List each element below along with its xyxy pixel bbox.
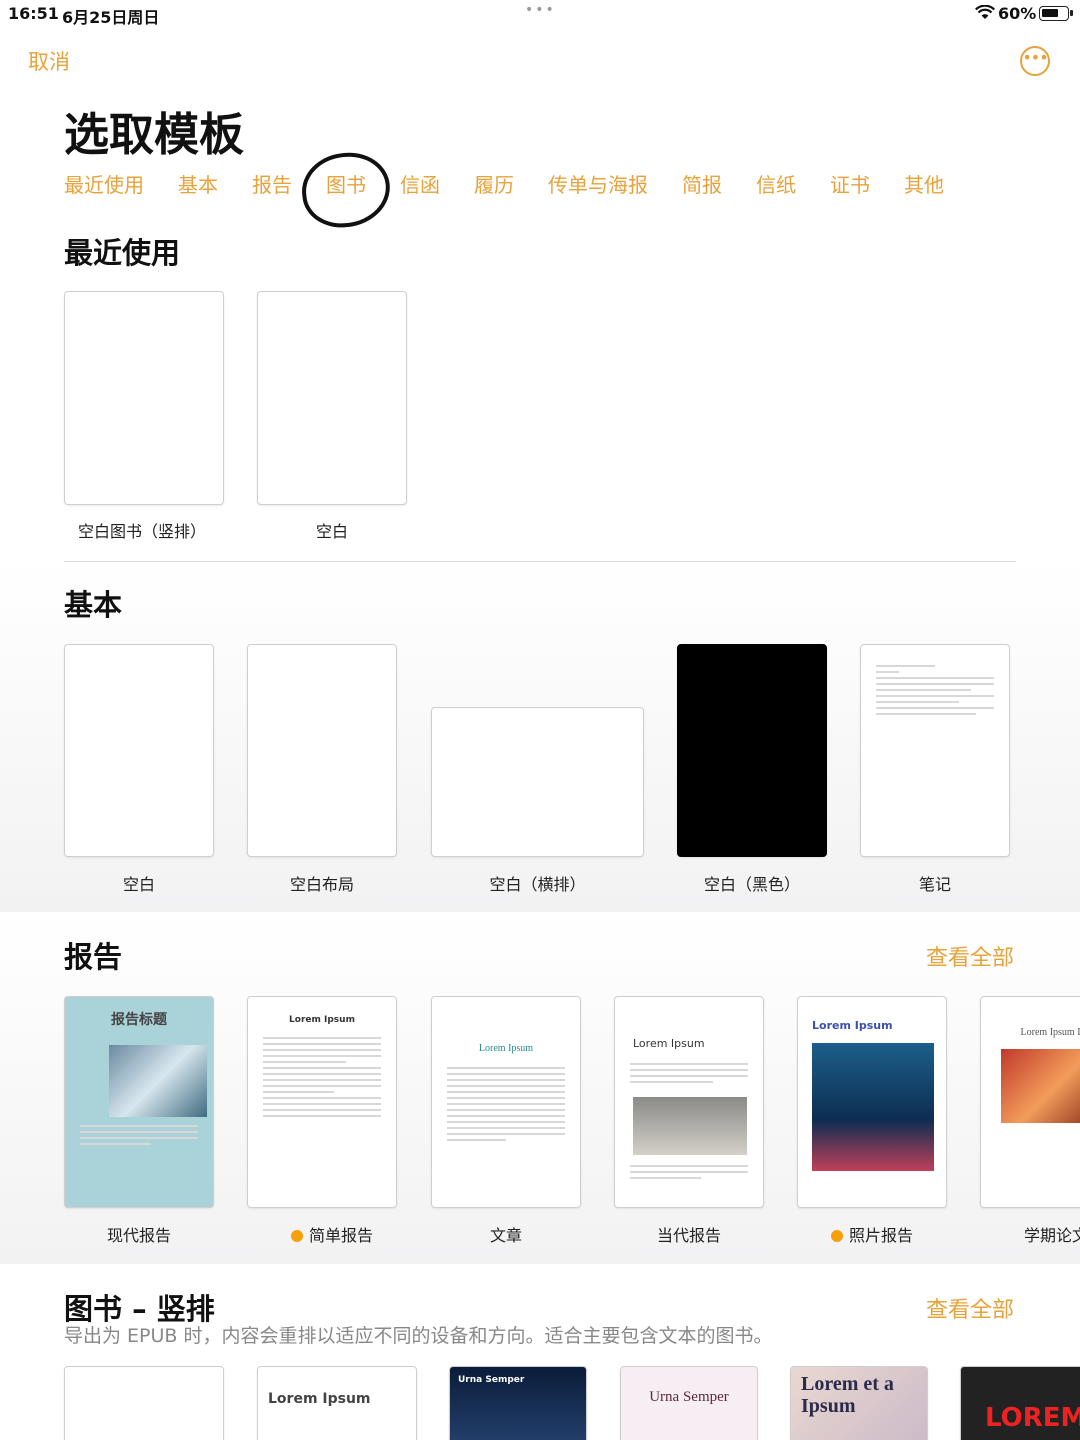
tab-letters[interactable]: 信函 xyxy=(400,169,440,198)
section-title-recent: 最近使用 xyxy=(64,236,181,270)
status-bar: 16:51 6月25日周日 ••• 60% xyxy=(0,0,1080,30)
tab-other[interactable]: 其他 xyxy=(904,169,944,198)
template-caption: 现代报告 xyxy=(106,1226,171,1245)
section-title-reports: 报告 xyxy=(64,940,123,974)
template-caption: 学期论文 xyxy=(1024,1226,1080,1245)
battery-percent: 60% xyxy=(998,4,1037,23)
template-caption: 空白 xyxy=(122,875,155,894)
template-thumb-simple-report[interactable]: Lorem Ipsum xyxy=(247,996,397,1208)
thumb-title: Lorem et a Ipsum xyxy=(801,1373,894,1417)
template-thumb-contemporary-report[interactable]: Lorem Ipsum xyxy=(614,996,764,1208)
tab-books[interactable]: 图书 xyxy=(326,169,366,198)
thumb-title: Lorem Ipsum xyxy=(478,1043,534,1054)
template-caption: 空白（横排） xyxy=(489,875,586,894)
status-time: 16:51 xyxy=(8,4,59,23)
status-date: 6月25日周日 xyxy=(62,8,160,27)
thumb-text-lines xyxy=(629,1063,749,1087)
template-caption: 空白 xyxy=(315,522,348,541)
thumb-text-lines xyxy=(79,1125,199,1149)
thumb-text-lines xyxy=(446,1067,566,1145)
template-caption: 笔记 xyxy=(918,875,951,894)
new-badge-dot-icon xyxy=(290,1230,303,1242)
template-caption: 照片报告 xyxy=(797,1222,947,1246)
template-thumb-blank-book-vertical[interactable] xyxy=(64,291,224,505)
template-caption: 空白图书（竖排） xyxy=(78,522,207,541)
template-thumb-blank-landscape[interactable] xyxy=(431,707,644,857)
thumb-title: Lorem Ipsum xyxy=(268,1391,371,1407)
thumb-title: Lorem Ipsum Do xyxy=(1020,1027,1080,1038)
template-thumb-essay[interactable]: Lorem Ipsum xyxy=(431,996,581,1208)
template-caption: 文章 xyxy=(489,1226,522,1245)
ellipsis-circle-icon[interactable]: ••• xyxy=(1020,46,1050,76)
template-thumb-blank[interactable] xyxy=(257,291,407,505)
template-thumb-book-lorem-ipsum[interactable]: Lorem Ipsum xyxy=(257,1366,417,1440)
template-thumb-book-urna-semper-dark[interactable]: Urna Semper xyxy=(449,1366,587,1440)
template-thumb-note[interactable] xyxy=(860,644,1010,857)
tab-resumes[interactable]: 履历 xyxy=(474,169,514,198)
thumb-title: 报告标题 xyxy=(111,1012,167,1028)
thumb-title: Lorem Ipsum xyxy=(812,1019,893,1032)
template-thumb-photo-report[interactable]: Lorem Ipsum xyxy=(797,996,947,1208)
thumb-text-lines xyxy=(875,665,995,719)
thumb-title: Urna Semper xyxy=(458,1375,525,1385)
thumb-text-lines xyxy=(629,1165,749,1183)
template-thumb-term-paper[interactable]: Lorem Ipsum Do xyxy=(980,996,1080,1208)
books-see-all-link[interactable]: 查看全部 xyxy=(926,1292,1014,1324)
template-caption: 简单报告 xyxy=(247,1222,417,1246)
tab-stationery[interactable]: 信纸 xyxy=(756,169,796,198)
template-thumb-blank-black[interactable] xyxy=(677,644,827,857)
tab-recent[interactable]: 最近使用 xyxy=(64,169,144,198)
thumb-photo xyxy=(633,1097,747,1155)
template-thumb-book-lorem-poster[interactable]: LOREM xyxy=(960,1366,1080,1440)
tab-reports[interactable]: 报告 xyxy=(252,169,292,198)
template-caption: 空白（黑色） xyxy=(703,875,800,894)
battery-icon xyxy=(1039,6,1073,21)
thumb-title: LOREM xyxy=(985,1403,1080,1433)
template-caption: 当代报告 xyxy=(656,1226,721,1245)
thumb-photo xyxy=(812,1043,934,1171)
cancel-button[interactable]: 取消 xyxy=(28,46,70,76)
template-thumb-modern-report[interactable]: 报告标题 xyxy=(64,996,214,1208)
tab-flyers-posters[interactable]: 传单与海报 xyxy=(548,169,648,198)
thumb-title: Lorem Ipsum xyxy=(633,1037,705,1050)
page-title: 选取模板 xyxy=(64,108,245,161)
tab-certificates[interactable]: 证书 xyxy=(830,169,870,198)
thumb-photo xyxy=(1001,1049,1080,1123)
template-thumb-blank-layout[interactable] xyxy=(247,644,397,857)
reports-see-all-link[interactable]: 查看全部 xyxy=(926,940,1014,972)
template-thumb-blank-book[interactable] xyxy=(64,1366,224,1440)
template-thumb-book-lorem-et-a-ipsum[interactable]: Lorem et a Ipsum xyxy=(790,1366,928,1440)
tab-basic[interactable]: 基本 xyxy=(178,169,218,198)
template-thumb-blank[interactable] xyxy=(64,644,214,857)
thumb-title: Lorem Ipsum xyxy=(289,1015,355,1025)
template-caption: 空白布局 xyxy=(289,875,354,894)
multitasking-dots-icon[interactable]: ••• xyxy=(525,2,556,18)
caption-text: 简单报告 xyxy=(308,1226,373,1245)
new-badge-dot-icon xyxy=(830,1230,843,1242)
tab-newsletters[interactable]: 简报 xyxy=(682,169,722,198)
thumb-text-lines xyxy=(262,1037,382,1121)
category-tabs: 最近使用 基本 报告 图书 信函 履历 传单与海报 简报 信纸 证书 其他 xyxy=(64,169,978,198)
template-thumb-book-urna-semper-light[interactable]: Urna Semper xyxy=(620,1366,758,1440)
thumb-photo xyxy=(109,1045,207,1117)
caption-text: 照片报告 xyxy=(848,1226,913,1245)
section-description: 导出为 EPUB 时，内容会重排以适应不同的设备和方向。适合主要包含文本的图书。 xyxy=(64,1325,773,1347)
thumb-title: Urna Semper xyxy=(649,1389,729,1405)
section-title-basic: 基本 xyxy=(64,588,123,622)
wifi-icon xyxy=(975,5,995,19)
